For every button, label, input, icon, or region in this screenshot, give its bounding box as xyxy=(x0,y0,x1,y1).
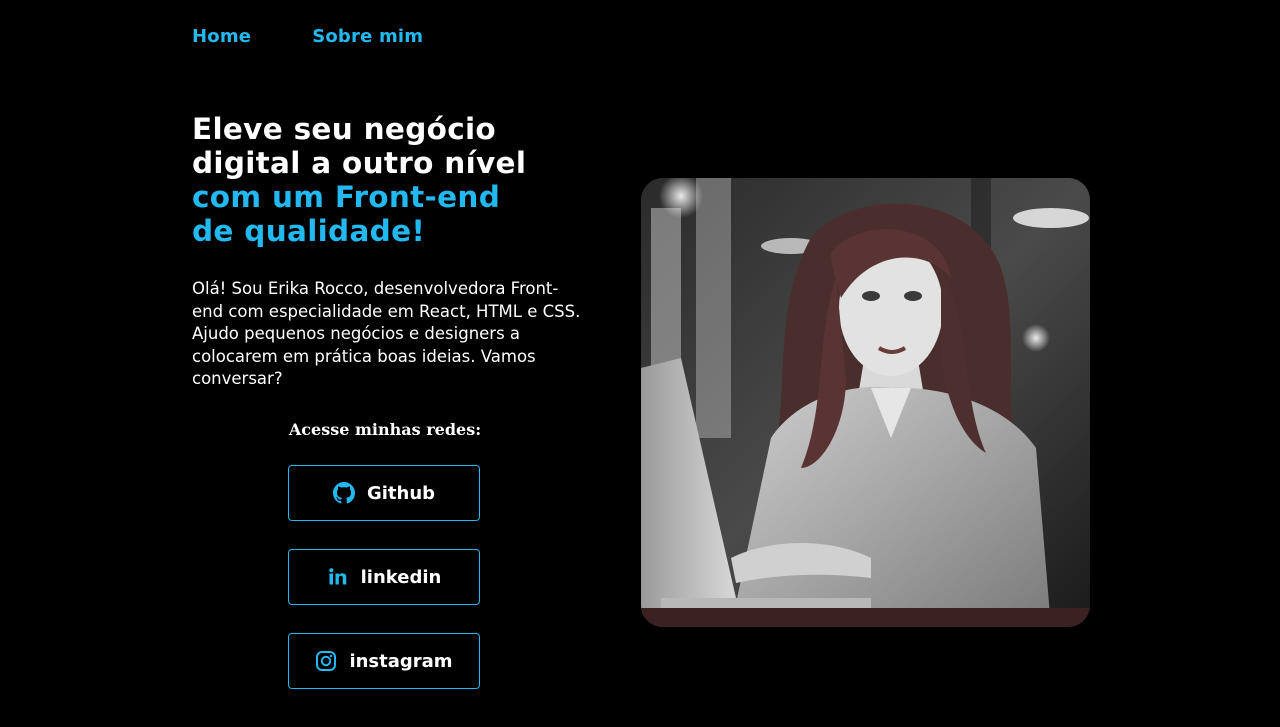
page: Home Sobre mim Eleve seu negócio digital… xyxy=(0,0,1280,727)
headline-line-1: Eleve seu negócio xyxy=(192,112,496,146)
nav-about-link[interactable]: Sobre mim xyxy=(312,26,423,47)
instagram-icon xyxy=(315,650,337,672)
headline-line-4: de qualidade! xyxy=(192,214,426,248)
github-label: Github xyxy=(366,482,436,504)
linkedin-label: linkedin xyxy=(360,566,442,588)
linkedin-icon xyxy=(327,566,349,588)
linkedin-button[interactable]: linkedin xyxy=(288,549,480,605)
nav-home-link[interactable]: Home xyxy=(192,26,251,47)
profile-photo-illustration xyxy=(641,178,1090,627)
hero-headline: Eleve seu negócio digital a outro nível … xyxy=(192,112,592,248)
github-button[interactable]: Github xyxy=(288,465,480,521)
hero-intro-text: Olá! Sou Erika Rocco, desenvolvedora Fro… xyxy=(192,279,581,388)
social-section-title: Acesse minhas redes: xyxy=(288,420,482,439)
top-nav: Home Sobre mim xyxy=(192,26,423,47)
instagram-button[interactable]: instagram xyxy=(288,633,480,689)
instagram-label: instagram xyxy=(349,650,453,672)
github-icon xyxy=(332,482,355,504)
profile-photo xyxy=(641,178,1090,627)
headline-line-2: digital a outro nível xyxy=(192,146,527,180)
headline-line-3: com um Front-end xyxy=(192,180,501,214)
